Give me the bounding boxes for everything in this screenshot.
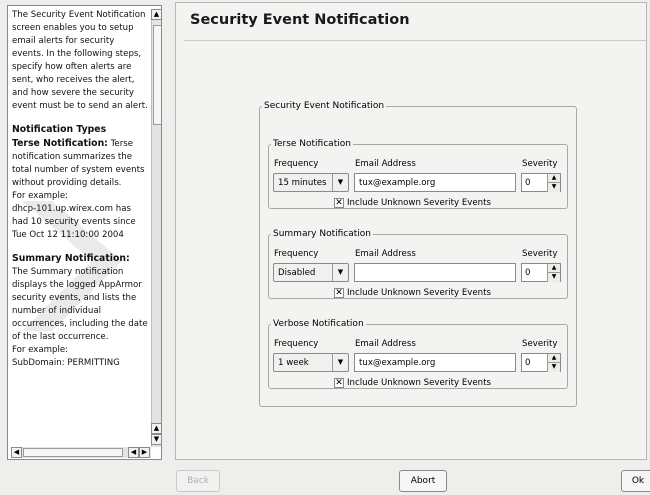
summary-frequency-value: Disabled <box>278 268 316 278</box>
email-label: Email Address <box>355 159 416 169</box>
summary-title: Summary Notification <box>273 229 371 239</box>
ok-button[interactable]: Ok <box>621 470 650 492</box>
verbose-include-unknown-checkbox[interactable]: ✕ Include Unknown Severity Events <box>334 377 491 389</box>
terse-frequency-value: 15 minutes <box>278 178 327 188</box>
arrow-down-icon[interactable]: ▼ <box>547 183 560 192</box>
frequency-label: Frequency <box>274 249 319 259</box>
help-horizontal-scroll-thumb[interactable] <box>23 448 123 457</box>
help-pane[interactable]: The Security Event Notification screen e… <box>7 5 162 460</box>
verbose-email-field[interactable] <box>354 353 516 372</box>
verbose-severity-spinner[interactable]: 0 ▲ ▼ <box>521 353 561 372</box>
group-title: Security Event Notification <box>264 101 385 111</box>
summary-severity-value: 0 <box>525 268 531 278</box>
help-summary-example-label: For example: <box>12 345 69 355</box>
include-unknown-label: Include Unknown Severity Events <box>347 288 491 298</box>
summary-include-unknown-checkbox[interactable]: ✕ Include Unknown Severity Events <box>334 287 491 299</box>
help-summary: Summary Notification: The Summary notifi… <box>12 253 148 342</box>
help-summary-example-cut: SubDomain: PERMITTING <box>12 358 120 368</box>
page-title: Security Event Notification <box>190 12 410 28</box>
email-label: Email Address <box>355 249 416 259</box>
help-text: The Security Event Notification screen e… <box>12 9 148 441</box>
verbose-notification-group: Verbose Notification Frequency Email Add… <box>268 319 568 389</box>
scroll-right-arrow-icon[interactable]: ▶ <box>139 447 150 458</box>
scroll-up-arrow-icon[interactable]: ▲ <box>151 423 161 434</box>
chevron-down-icon[interactable]: ▼ <box>332 174 348 191</box>
verbose-frequency-select[interactable]: 1 week ▼ <box>273 353 349 372</box>
arrow-up-icon[interactable]: ▲ <box>547 174 560 183</box>
scroll-down-arrow-icon[interactable]: ▼ <box>151 434 161 445</box>
abort-button[interactable]: Abort <box>399 470 447 492</box>
help-vertical-scroll-thumb[interactable] <box>153 25 161 125</box>
terse-severity-spinner[interactable]: 0 ▲ ▼ <box>521 173 561 192</box>
email-label: Email Address <box>355 339 416 349</box>
help-horizontal-scrollbar[interactable]: ◀ ◀ ▶ <box>11 447 151 458</box>
scroll-up-arrow-icon[interactable]: ▲ <box>151 9 161 20</box>
scroll-left-arrow-icon[interactable]: ◀ <box>128 447 139 458</box>
severity-label: Severity <box>522 339 558 349</box>
x-check-icon[interactable]: ✕ <box>334 288 344 298</box>
security-event-notification-group: Security Event Notification Terse Notifi… <box>259 101 577 407</box>
main-panel: Security Event Notification Security Eve… <box>175 2 647 460</box>
terse-notification-group: Terse Notification Frequency Email Addre… <box>268 139 568 209</box>
arrow-down-icon[interactable]: ▼ <box>547 363 560 372</box>
include-unknown-label: Include Unknown Severity Events <box>347 198 491 208</box>
chevron-down-icon[interactable]: ▼ <box>332 264 348 281</box>
severity-label: Severity <box>522 249 558 259</box>
verbose-frequency-value: 1 week <box>278 358 309 368</box>
x-check-icon[interactable]: ✕ <box>334 378 344 388</box>
arrow-down-icon[interactable]: ▼ <box>547 273 560 282</box>
help-intro: The Security Event Notification screen e… <box>12 10 148 111</box>
verbose-title: Verbose Notification <box>273 319 364 329</box>
summary-email-field[interactable] <box>354 263 516 282</box>
terse-title: Terse Notification <box>273 139 351 149</box>
scroll-left-arrow-icon[interactable]: ◀ <box>11 447 22 458</box>
verbose-severity-value: 0 <box>525 358 531 368</box>
x-check-icon[interactable]: ✕ <box>334 198 344 208</box>
frequency-label: Frequency <box>274 159 319 169</box>
title-divider <box>184 40 646 41</box>
summary-frequency-select[interactable]: Disabled ▼ <box>273 263 349 282</box>
back-button[interactable]: Back <box>176 470 220 492</box>
terse-email-field[interactable] <box>354 173 516 192</box>
terse-frequency-select[interactable]: 15 minutes ▼ <box>273 173 349 192</box>
help-terse: Terse Notification: Terse notification s… <box>12 138 145 188</box>
summary-notification-group: Summary Notification Frequency Email Add… <box>268 229 568 299</box>
help-terse-example-label: For example: <box>12 191 69 201</box>
help-types-heading: Notification Types <box>12 124 107 135</box>
help-vertical-scrollbar[interactable]: ▲ ▲ ▼ <box>151 9 161 447</box>
arrow-up-icon[interactable]: ▲ <box>547 354 560 363</box>
arrow-up-icon[interactable]: ▲ <box>547 264 560 273</box>
help-terse-example: dhcp-101.up.wirex.com has had 10 securit… <box>12 204 136 240</box>
chevron-down-icon[interactable]: ▼ <box>332 354 348 371</box>
terse-include-unknown-checkbox[interactable]: ✕ Include Unknown Severity Events <box>334 197 491 209</box>
summary-severity-spinner[interactable]: 0 ▲ ▼ <box>521 263 561 282</box>
frequency-label: Frequency <box>274 339 319 349</box>
terse-severity-value: 0 <box>525 178 531 188</box>
include-unknown-label: Include Unknown Severity Events <box>347 378 491 388</box>
severity-label: Severity <box>522 159 558 169</box>
